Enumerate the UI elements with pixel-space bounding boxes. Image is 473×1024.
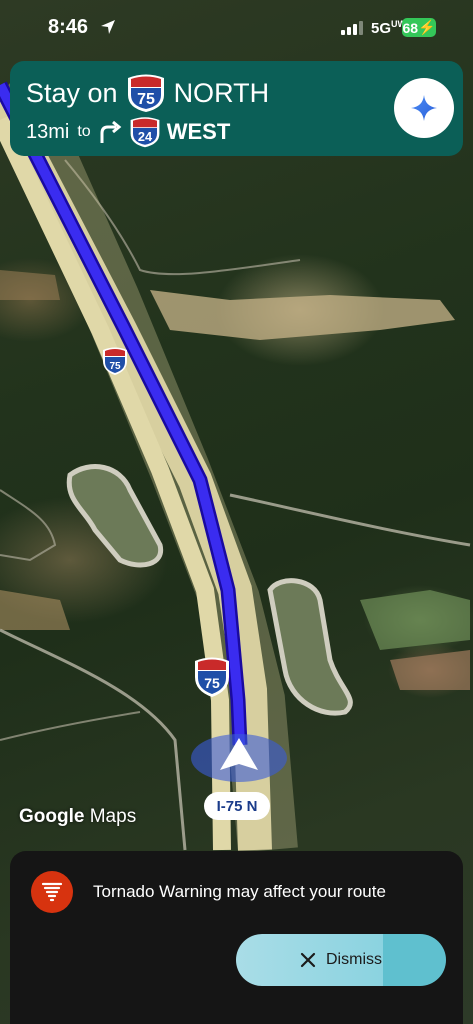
navigation-puck-icon [191, 734, 287, 782]
svg-text:75: 75 [137, 91, 155, 108]
field-area [0, 270, 60, 300]
next-connector: to [77, 123, 91, 140]
alert-message: Tornado Warning may affect your route [93, 882, 386, 901]
field-area [390, 650, 470, 690]
clearing-area [150, 290, 455, 340]
next-instruction: 13mi to 24 WEST [26, 116, 230, 148]
location-arrow-icon [101, 20, 115, 34]
status-time: 8:46 [48, 16, 89, 38]
next-direction: WEST [166, 119, 231, 144]
interstate-shield-icon: 24 [130, 117, 160, 148]
rest-area-loop [66, 464, 164, 568]
interstate-shield-icon: 75 [127, 74, 164, 112]
current-road-label: I-75 N [204, 792, 270, 820]
local-road [229, 493, 471, 547]
close-icon [300, 952, 316, 968]
turn-right-arrow-icon [100, 120, 122, 143]
field-area [360, 590, 470, 650]
svg-text:75: 75 [204, 675, 220, 691]
cellular-signal-icon [341, 21, 363, 35]
dismiss-label: Dismiss [326, 951, 382, 968]
instruction-prefix: Stay on [26, 77, 118, 108]
local-road [0, 711, 141, 741]
local-road [0, 489, 57, 562]
assistant-button[interactable] [394, 78, 454, 138]
route-alert-sheet: Tornado Warning may affect your route Di… [10, 851, 463, 1024]
battery-indicator: 68 ⚡ [402, 18, 436, 37]
field-area [0, 590, 70, 630]
current-instruction: Stay on 75 NORTH [26, 73, 269, 113]
current-direction: NORTH [173, 77, 270, 108]
tornado-icon [31, 871, 73, 913]
sparkle-icon [411, 95, 437, 121]
dismiss-button[interactable]: Dismiss [236, 934, 446, 986]
network-type: 5GUW [371, 19, 407, 37]
status-bar: 8:46 5GUW 68 ⚡ [0, 0, 473, 54]
svg-text:24: 24 [138, 129, 153, 144]
next-distance: 13mi [26, 120, 70, 143]
google-maps-attribution: Google Maps [19, 806, 137, 827]
svg-text:75: 75 [109, 361, 121, 372]
